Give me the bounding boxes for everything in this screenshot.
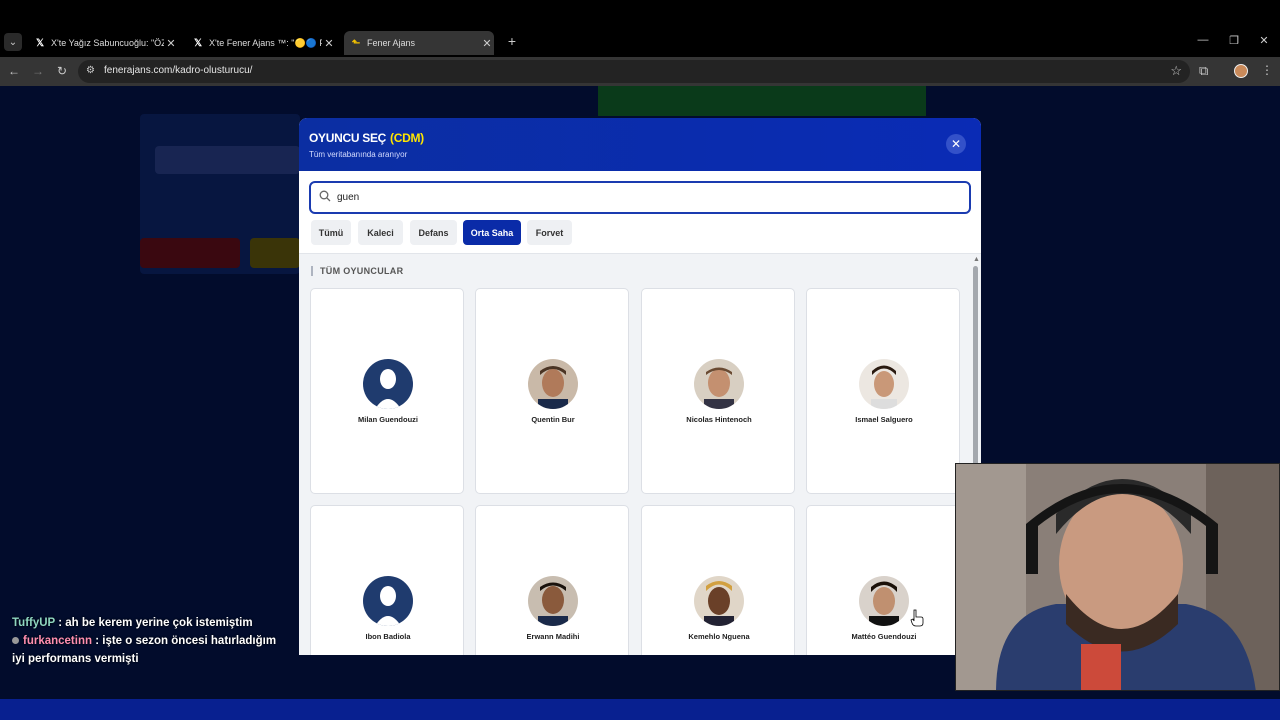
forward-arrow-icon[interactable]: → [30, 63, 46, 79]
tab-close-icon[interactable]: ✕ [164, 37, 178, 50]
background-yellow-button [250, 238, 300, 268]
tab-title: X'te Yağız Sabuncuoğlu: "ÖZEL [51, 38, 164, 48]
stream-chat-overlay: TuffyUP : ah be kerem yerine çok istemiş… [12, 614, 292, 668]
url-bar[interactable]: ⚙ fenerajans.com/kadro-olusturucu/ ☆ [78, 60, 1190, 83]
player-search-input[interactable]: guen [309, 181, 971, 214]
player-photo [859, 359, 909, 409]
player-placeholder-avatar [363, 359, 413, 409]
background-red-button [140, 238, 240, 268]
tab-search-chevron-icon[interactable]: ⌄ [4, 33, 22, 51]
player-card[interactable]: Milan Guendouzi [310, 288, 464, 494]
player-photo [694, 576, 744, 626]
browser-tab-1[interactable]: 𝕏 X'te Yağız Sabuncuoğlu: "ÖZEL ✕ [28, 33, 178, 53]
url-text[interactable]: fenerajans.com/kadro-olusturucu/ [104, 65, 252, 76]
modal-title-text: OYUNCU SEÇ [309, 131, 387, 145]
search-icon [319, 190, 331, 202]
chat-username: TuffyUP [12, 617, 56, 629]
close-icon: ✕ [950, 137, 962, 151]
player-card[interactable]: Erwann Madihi [475, 505, 629, 655]
player-name: Erwann Madihi [526, 632, 580, 641]
player-name: Kemehlo Nguena [688, 632, 750, 641]
x-logo-icon: 𝕏 [35, 37, 45, 49]
browser-tab-3-active[interactable]: ⬑ Fener Ajans ✕ [344, 31, 494, 55]
filter-tab-all[interactable]: Tümü [311, 220, 351, 245]
player-list: TÜM OYUNCULAR Milan Guendouzi Quentin Bu… [299, 255, 981, 655]
window-close-icon[interactable]: ✕ [1257, 34, 1271, 47]
filter-tab-midfield[interactable]: Orta Saha [463, 220, 521, 245]
player-card[interactable]: Ismael Salguero [806, 288, 960, 494]
bottom-blue-strip [0, 699, 1280, 720]
site-info-icon[interactable]: ⚙ [86, 65, 95, 76]
address-toolbar: ← → ↻ ⚙ fenerajans.com/kadro-olusturucu/… [0, 57, 1280, 86]
extensions-puzzle-icon[interactable]: ⧉ [1199, 63, 1208, 79]
streamer-webcam [955, 463, 1280, 691]
player-card[interactable]: Nicolas Hintenoch [641, 288, 795, 494]
player-card[interactable]: Ibon Badiola [310, 505, 464, 655]
filter-tab-goalkeeper[interactable]: Kaleci [358, 220, 403, 245]
section-label: TÜM OYUNCULAR [311, 266, 403, 276]
modal-toolbar: guen Tümü Kaleci Defans Orta Saha Forvet [299, 171, 981, 254]
player-card[interactable]: Quentin Bur [475, 288, 629, 494]
player-select-modal: OYUNCU SEÇ (CDM) Tüm veritabanında aranıy… [299, 118, 981, 655]
player-placeholder-avatar [363, 576, 413, 626]
browser-menu-icon[interactable]: ⋮ [1261, 63, 1273, 77]
background-banner [598, 86, 926, 116]
player-name: Ismael Salguero [855, 415, 913, 424]
fener-ajans-logo-icon: ⬑ [351, 37, 361, 49]
mouse-hand-cursor-icon [910, 609, 924, 627]
scroll-up-arrow-icon[interactable]: ▲ [973, 256, 980, 263]
player-photo [859, 576, 909, 626]
modal-close-button[interactable]: ✕ [946, 134, 966, 154]
chat-message: furkancetinn : işte o sezon öncesi hatır… [12, 635, 277, 665]
tab-title: X'te Fener Ajans ™: "🟡🔵 Fen [209, 37, 322, 48]
filter-tab-defense[interactable]: Defans [410, 220, 457, 245]
chat-text: ah be kerem yerine çok istemiştim [65, 617, 253, 629]
chat-username: furkancetinn [23, 635, 93, 647]
player-name: Milan Guendouzi [358, 415, 418, 424]
background-field [155, 146, 300, 174]
player-photo [528, 576, 578, 626]
scroll-thumb[interactable] [973, 266, 978, 466]
browser-tab-bar: ⌄ 𝕏 X'te Yağız Sabuncuoğlu: "ÖZEL ✕ 𝕏 X'… [0, 0, 1280, 57]
player-card[interactable]: Kemehlo Nguena [641, 505, 795, 655]
browser-tab-2[interactable]: 𝕏 X'te Fener Ajans ™: "🟡🔵 Fen ✕ [186, 33, 336, 53]
profile-avatar-icon[interactable] [1234, 64, 1248, 78]
tab-close-icon[interactable]: ✕ [480, 37, 494, 50]
modal-subtitle: Tüm veritabanında aranıyor [309, 150, 408, 159]
position-badge: (CDM) [390, 131, 424, 145]
chat-message: TuffyUP : ah be kerem yerine çok istemiş… [12, 617, 253, 629]
reload-icon[interactable]: ↻ [54, 63, 70, 79]
search-value[interactable]: guen [337, 192, 359, 203]
tab-title: Fener Ajans [367, 38, 416, 48]
restore-icon[interactable]: ❐ [1227, 34, 1241, 47]
bookmark-star-icon[interactable]: ☆ [1170, 63, 1182, 79]
player-name: Mattéo Guendouzi [851, 632, 917, 641]
modal-header: OYUNCU SEÇ (CDM) Tüm veritabanında aranıy… [299, 118, 981, 171]
player-photo [694, 359, 744, 409]
player-card[interactable]: Mattéo Guendouzi [806, 505, 960, 655]
minimize-icon[interactable]: — [1196, 34, 1210, 46]
modal-title: OYUNCU SEÇ (CDM) [309, 131, 424, 145]
back-arrow-icon[interactable]: ← [6, 63, 22, 79]
player-photo [528, 359, 578, 409]
player-name: Quentin Bur [531, 415, 575, 424]
player-name: Ibon Badiola [365, 632, 411, 641]
chat-badge-icon [12, 637, 19, 644]
new-tab-plus-icon[interactable]: + [505, 33, 519, 51]
tab-close-icon[interactable]: ✕ [322, 37, 336, 50]
x-logo-icon: 𝕏 [193, 37, 203, 49]
filter-tab-forward[interactable]: Forvet [527, 220, 572, 245]
player-name: Nicolas Hintenoch [686, 415, 752, 424]
